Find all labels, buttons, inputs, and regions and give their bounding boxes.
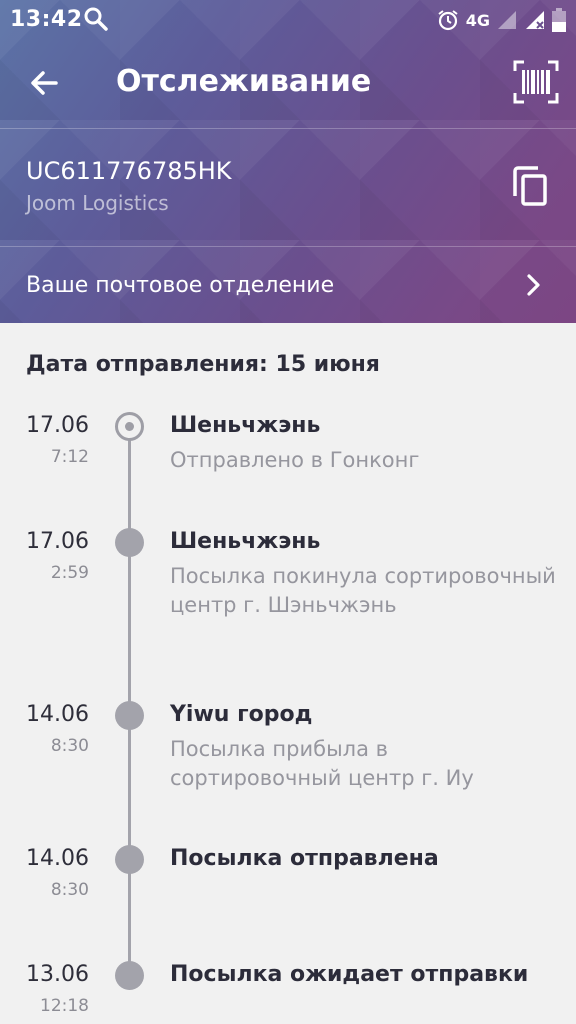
post-office-label: Ваше почтовое отделение: [26, 273, 335, 298]
event-date: 13.06: [26, 962, 89, 987]
back-arrow-icon[interactable]: [22, 60, 68, 106]
event-date: 17.06: [26, 413, 89, 438]
copy-icon[interactable]: [510, 164, 554, 212]
event-time: 8:30: [50, 736, 89, 756]
status-bar: 13:42 4G: [0, 0, 576, 38]
network-type: 4G: [465, 10, 490, 30]
timeline-dot-icon: [115, 528, 144, 557]
shipment-date-title: Дата отправления: 15 июня: [26, 352, 380, 377]
event-place: Посылка ожидает отправки: [170, 962, 529, 987]
alarm-icon: [438, 10, 458, 31]
event-place: Yiwu город: [170, 702, 313, 727]
event-place: Посылка отправлена: [170, 846, 439, 871]
status-time: 13:42: [10, 7, 83, 32]
barcode-scan-icon[interactable]: [512, 58, 560, 106]
event-description: Посылка прибыла в сортировочный центр г.…: [170, 737, 474, 790]
page-title: Отслеживание: [116, 64, 372, 99]
event-time: 7:12: [50, 447, 89, 467]
event-description: Посылка покинула сортировочный центр г. …: [170, 564, 556, 617]
signal-no-sim-icon: [526, 11, 544, 29]
carrier-name: Joom Logistics: [26, 191, 169, 215]
event-time: 2:59: [50, 563, 89, 583]
event-date: 14.06: [26, 846, 89, 871]
status-icons: 4G: [436, 7, 566, 33]
divider: [0, 128, 576, 129]
tracking-number: UC611776785HK: [26, 157, 232, 185]
event-description: Отправлено в Гонконг: [170, 448, 420, 472]
event-place: Шеньчжэнь: [170, 413, 321, 438]
tracking-header: 13:42 4G Отслеживание UC611776785HK Joom…: [0, 0, 576, 323]
search-icon: [84, 7, 108, 31]
app-bar: Отслеживание: [0, 38, 576, 128]
event-place: Шеньчжэнь: [170, 529, 321, 554]
timeline-dot-icon: [115, 701, 144, 730]
current-location-dot-icon: [115, 412, 144, 441]
post-office-row[interactable]: Ваше почтовое отделение: [0, 246, 576, 323]
signal-icon: [498, 11, 516, 29]
event-time: 12:18: [40, 996, 89, 1016]
chevron-right-icon: [527, 274, 540, 296]
timeline-line: [128, 425, 131, 975]
battery-icon: [552, 8, 566, 32]
event-time: 8:30: [50, 880, 89, 900]
event-date: 14.06: [26, 702, 89, 727]
timeline-dot-icon: [115, 845, 144, 874]
timeline-dot-icon: [115, 961, 144, 990]
event-date: 17.06: [26, 529, 89, 554]
